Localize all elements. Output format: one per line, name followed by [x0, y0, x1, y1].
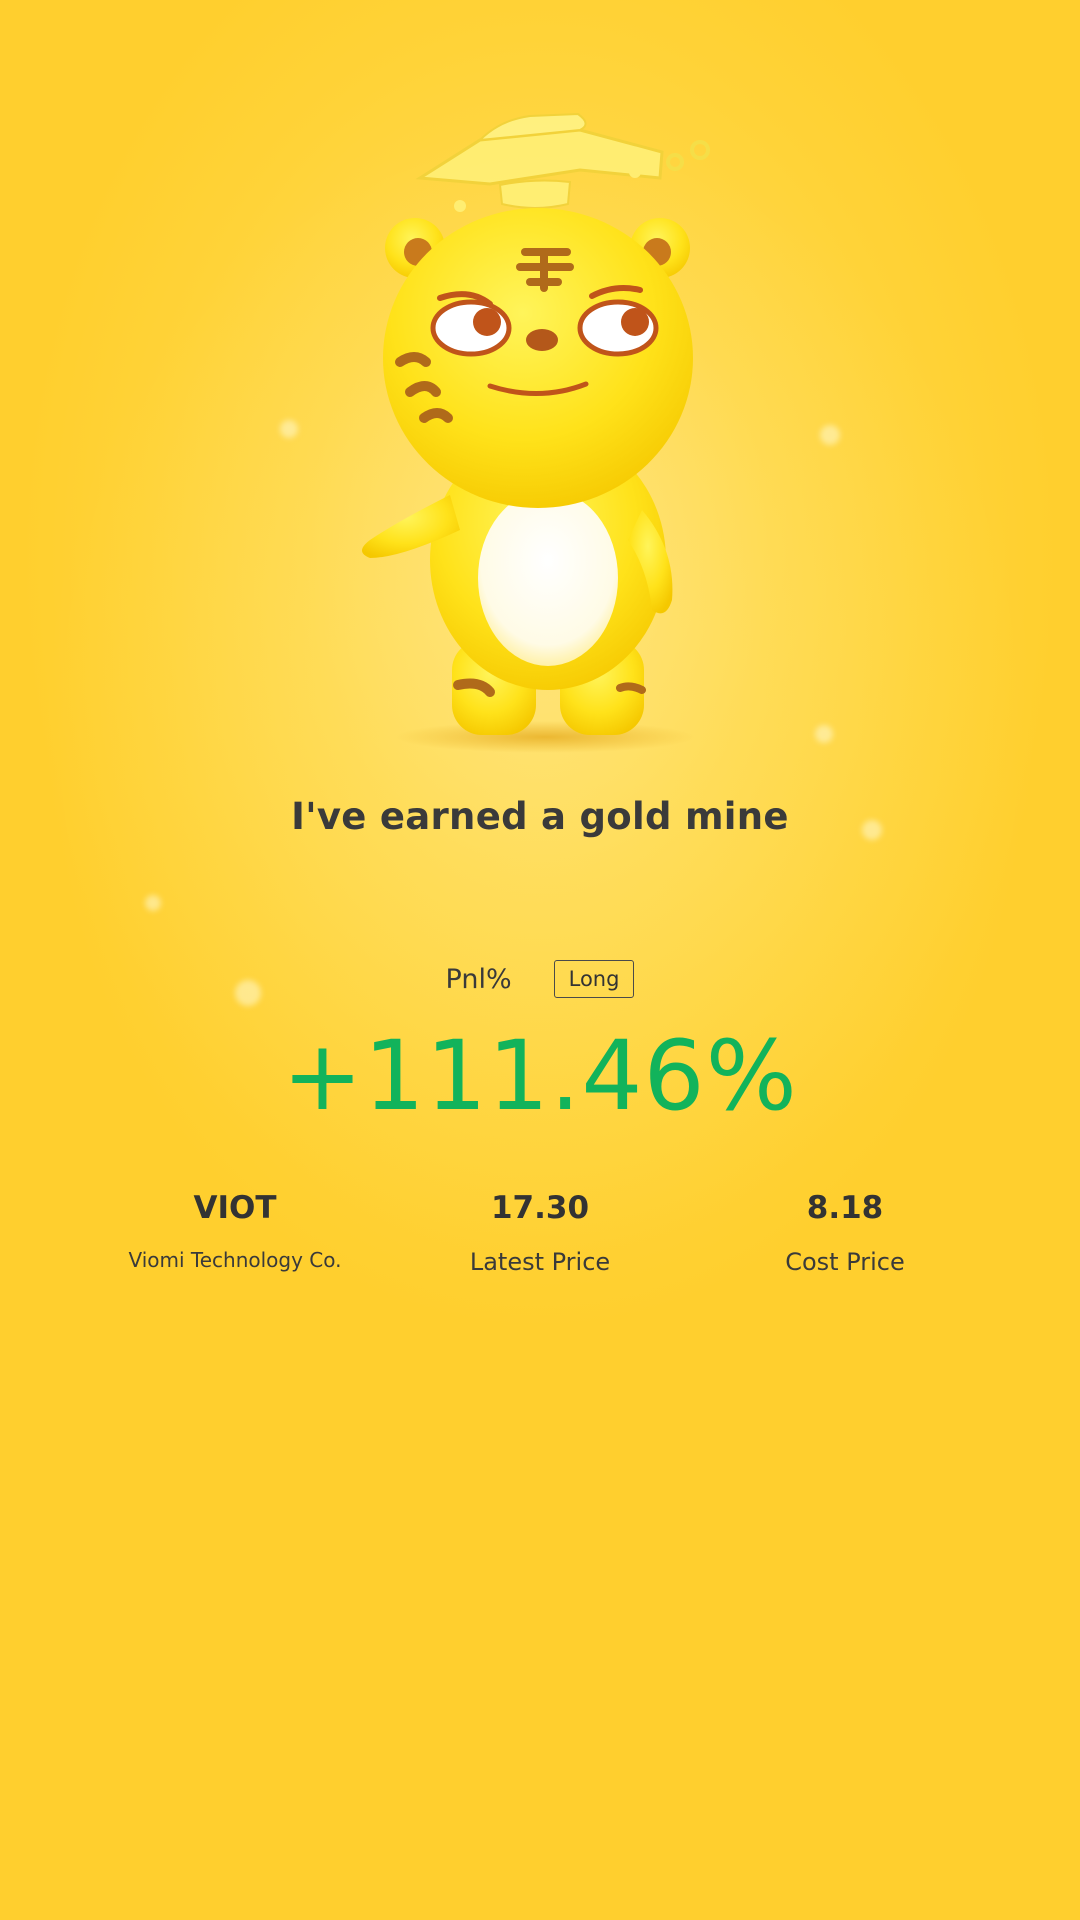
stat-cost-price: 8.18 Cost Price [665, 1190, 1025, 1276]
sparkle-decoration [815, 725, 833, 743]
tiger-mascot-illustration [362, 112, 710, 753]
cost-price-value: 8.18 [806, 1190, 884, 1226]
sparkle-decoration [145, 895, 161, 911]
sparkle-decoration [820, 425, 840, 445]
cost-price-label: Cost Price [785, 1248, 905, 1276]
pnl-label: Pnl% [445, 963, 512, 995]
pnl-percentage-value: +111.46% [282, 1020, 798, 1132]
page-headline: I've earned a gold mine [291, 795, 789, 838]
pnl-row: Pnl% Long [0, 960, 1080, 998]
position-direction-badge: Long [553, 960, 635, 998]
stock-stats: VIOT Viomi Technology Co. 17.30 Latest P… [0, 1190, 1080, 1290]
sparkle-decoration [280, 420, 298, 438]
